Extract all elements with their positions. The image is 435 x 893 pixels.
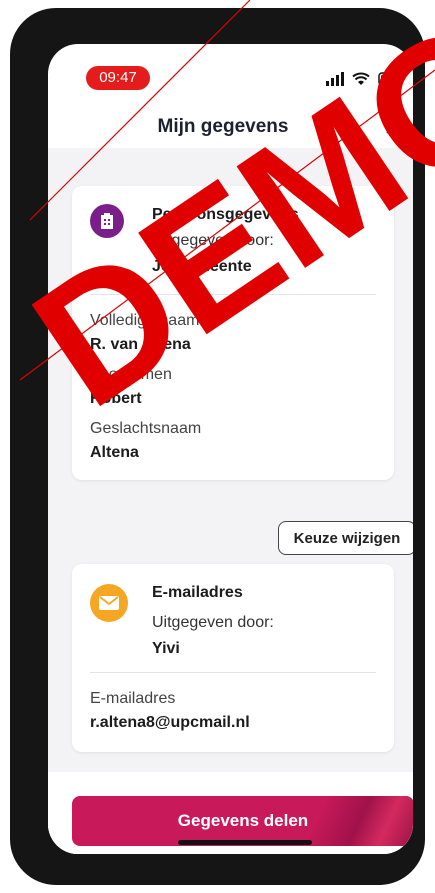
- page-title: Mijn gegevens: [157, 116, 289, 137]
- attribute-label: Voornamen: [90, 366, 172, 383]
- phone-frame: 09:47 Mijn gegevens ✕ Persoonsgegevens U…: [10, 8, 425, 885]
- status-icons: [326, 66, 404, 86]
- card-title: E-mailadres: [152, 584, 243, 601]
- close-icon[interactable]: ✕: [379, 112, 409, 142]
- mail-icon: [90, 584, 128, 622]
- screen: 09:47 Mijn gegevens ✕ Persoonsgegevens U…: [48, 44, 413, 854]
- issuer-value: Je Gemeente: [152, 258, 252, 275]
- attribute-value: Altena: [90, 444, 139, 461]
- status-time: 09:47: [86, 66, 150, 90]
- battery-icon: [378, 72, 404, 86]
- issuer-label: Uitgegeven door:: [152, 232, 274, 249]
- card-title: Persoonsgegevens: [152, 206, 299, 223]
- building-icon: [90, 204, 124, 238]
- divider: [90, 672, 376, 673]
- attribute-value: R. van Altena: [90, 336, 191, 353]
- attribute-label: Geslachtsnaam: [90, 420, 202, 437]
- wifi-icon: [352, 72, 370, 86]
- credential-card-emailadres: E-mailadres Uitgegeven door: Yivi E-mail…: [72, 564, 394, 752]
- attribute-value: Robert: [90, 390, 142, 407]
- change-choice-button[interactable]: Keuze wijzigen: [278, 521, 413, 555]
- divider: [90, 294, 376, 295]
- home-indicator: [178, 840, 312, 845]
- issuer-value: Yivi: [152, 640, 180, 657]
- issuer-label: Uitgegeven door:: [152, 614, 274, 631]
- credential-card-persoonsgegevens: Persoonsgegevens Uitgegeven door: Je Gem…: [72, 186, 394, 480]
- attribute-label: E-mailadres: [90, 690, 176, 707]
- share-data-button[interactable]: Gegevens delen: [72, 796, 413, 846]
- attribute-label: Volledige naam: [90, 312, 200, 329]
- signal-icon: [326, 72, 344, 86]
- attribute-value: r.altena8@upcmail.nl: [90, 714, 250, 731]
